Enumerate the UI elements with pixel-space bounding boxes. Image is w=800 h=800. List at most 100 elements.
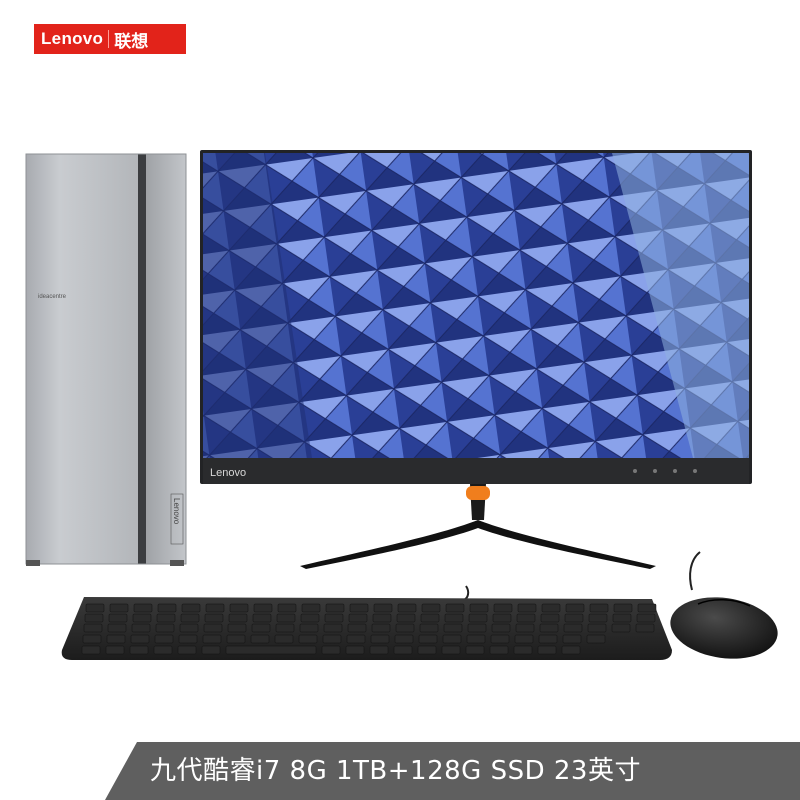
keyboard-key bbox=[129, 645, 149, 655]
keyboard-key bbox=[202, 634, 222, 644]
keyboard-key bbox=[109, 603, 129, 613]
keyboard-key bbox=[442, 634, 462, 644]
keyboard-key bbox=[83, 623, 103, 633]
keyboard-key bbox=[394, 634, 414, 644]
keyboard-key bbox=[108, 613, 128, 623]
keyboard-key bbox=[346, 634, 366, 644]
keyboard-key bbox=[563, 623, 583, 633]
keyboard-key bbox=[588, 613, 608, 623]
keyboard-key bbox=[321, 645, 341, 655]
keyboard-key bbox=[225, 645, 317, 655]
tower-brand-label: ideacentre bbox=[38, 294, 67, 300]
keyboard-key bbox=[541, 603, 561, 613]
keyboard-key bbox=[277, 603, 297, 613]
keyboard-key bbox=[515, 623, 535, 633]
keyboard-key bbox=[299, 623, 319, 633]
keyboard-key bbox=[275, 623, 295, 633]
keyboard-key bbox=[370, 634, 390, 644]
keyboard-key bbox=[538, 634, 558, 644]
keyboard-key bbox=[157, 603, 177, 613]
keyboard-key bbox=[466, 634, 486, 644]
keyboard-key bbox=[85, 603, 105, 613]
keyboard-key bbox=[348, 613, 368, 623]
keyboard-key bbox=[611, 623, 631, 633]
tower-side-logo: Lenovo bbox=[172, 498, 181, 525]
keyboard-key bbox=[345, 645, 365, 655]
keyboard-key bbox=[469, 603, 489, 613]
desktop-tower: ideacentre Lenovo bbox=[25, 153, 187, 566]
keyboard-key bbox=[421, 603, 441, 613]
keyboard-key bbox=[636, 613, 656, 623]
keyboard-key bbox=[517, 603, 537, 613]
keyboard-key bbox=[179, 623, 199, 633]
keyboard-key bbox=[107, 623, 127, 633]
keyboard-key bbox=[561, 645, 581, 655]
spec-banner-text: 九代酷睿i7 8G 1TB+128G SSD 23英寸 bbox=[150, 756, 641, 786]
keyboard-key bbox=[203, 623, 223, 633]
keyboard-key bbox=[565, 603, 585, 613]
keyboard-key bbox=[323, 623, 343, 633]
monitor: Lenovo bbox=[200, 150, 752, 569]
keyboard-key bbox=[393, 645, 413, 655]
keyboard-key bbox=[489, 645, 509, 655]
keyboard-key bbox=[84, 613, 104, 623]
keyboard-key bbox=[539, 623, 559, 633]
keyboard-key bbox=[130, 634, 150, 644]
keyboard-key bbox=[373, 603, 393, 613]
keyboard-key bbox=[251, 623, 271, 633]
keyboard-key bbox=[613, 603, 633, 613]
keyboard-key bbox=[395, 623, 415, 633]
keyboard-key bbox=[347, 623, 367, 633]
keyboard-key bbox=[132, 613, 152, 623]
keyboard-key bbox=[178, 634, 198, 644]
keyboard-key bbox=[301, 603, 321, 613]
keyboard-key bbox=[492, 613, 512, 623]
keyboard-key bbox=[417, 645, 437, 655]
keyboard-key bbox=[228, 613, 248, 623]
keyboard-key bbox=[612, 613, 632, 623]
keyboard-key bbox=[516, 613, 536, 623]
keyboard-key bbox=[325, 603, 345, 613]
keyboard-key bbox=[637, 603, 657, 613]
keyboard-key bbox=[322, 634, 342, 644]
keyboard-key bbox=[227, 623, 247, 633]
keyboard-key bbox=[587, 623, 607, 633]
keyboard-key bbox=[324, 613, 344, 623]
keyboard-key bbox=[81, 645, 101, 655]
keyboard-key bbox=[562, 634, 582, 644]
keyboard-key bbox=[82, 634, 102, 644]
mouse bbox=[670, 551, 778, 659]
keyboard-key bbox=[252, 613, 272, 623]
keyboard-key bbox=[468, 613, 488, 623]
keyboard-key bbox=[205, 603, 225, 613]
keyboard-key bbox=[105, 645, 125, 655]
keyboard-key bbox=[106, 634, 126, 644]
keyboard-key bbox=[635, 623, 655, 633]
keyboard-key bbox=[586, 634, 606, 644]
keyboard-key bbox=[564, 613, 584, 623]
keyboard-key bbox=[204, 613, 224, 623]
keyboard-key bbox=[589, 603, 609, 613]
keyboard-key bbox=[513, 645, 533, 655]
keyboard-key bbox=[467, 623, 487, 633]
keyboard-key bbox=[441, 645, 461, 655]
keyboard-key bbox=[154, 634, 174, 644]
keyboard-key bbox=[445, 603, 465, 613]
keyboard-key bbox=[155, 623, 175, 633]
keyboard-key bbox=[397, 603, 417, 613]
keyboard-key bbox=[514, 634, 534, 644]
keyboard-key bbox=[181, 603, 201, 613]
keyboard-key bbox=[444, 613, 464, 623]
keyboard-key bbox=[274, 634, 294, 644]
keyboard-key bbox=[371, 623, 391, 633]
keyboard-key bbox=[372, 613, 392, 623]
keyboard-key bbox=[226, 634, 246, 644]
product-image: ideacentre Lenovo Lenovo bbox=[25, 150, 778, 660]
keyboard-key bbox=[349, 603, 369, 613]
keyboard-key bbox=[177, 645, 197, 655]
keyboard-key bbox=[229, 603, 249, 613]
monitor-bezel-logo: Lenovo bbox=[210, 467, 246, 479]
keyboard-key bbox=[493, 603, 513, 613]
keyboard-key bbox=[180, 613, 200, 623]
keyboard-key bbox=[419, 623, 439, 633]
